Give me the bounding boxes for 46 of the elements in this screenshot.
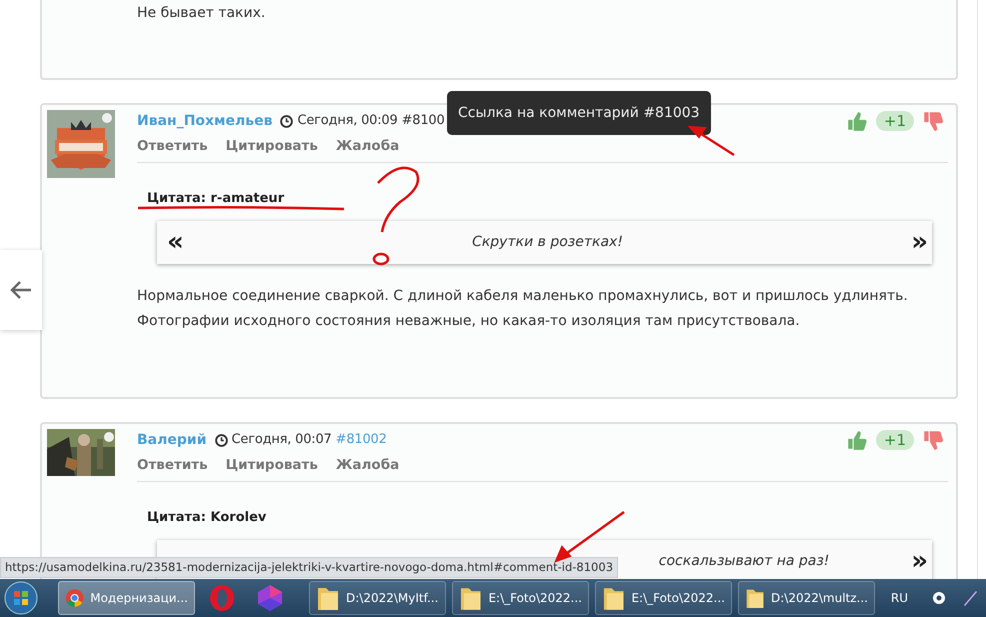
taskbar-button[interactable]: D:\2022\MyItf... [309, 581, 446, 615]
rating-value: +1 [876, 111, 914, 131]
thumbs-down-icon[interactable] [922, 429, 944, 451]
quote-author: Цитата: Korolev [147, 509, 266, 528]
annotation-arrow [688, 126, 735, 156]
back-arrow-icon [9, 280, 33, 300]
language-indicator: RU [890, 590, 908, 607]
opera-icon [209, 584, 235, 612]
action-link[interactable]: Ответить [137, 136, 208, 156]
quote-author: Цитата: r-amateur [147, 190, 284, 208]
clock-icon [280, 114, 294, 128]
comment-time: Сегодня, 00:09 [297, 112, 398, 130]
annotation-arrow [554, 510, 625, 563]
comment-text: Нормальное соединение сваркой. С длиной кабеля маленько промахнулись, вот и пришлось удлинять. Фотографии исходного состояния неважные, но какая-то изоляция там присутствовала. [137, 286, 909, 331]
action-link[interactable]: Ответить [137, 455, 208, 476]
status-url: https://usamodelkina.ru/23581-modernizacija-jelektriki-v-kvartire-novogo-doma.html#comment-id-81003 [0, 557, 618, 578]
action-link[interactable]: Жалоба [336, 136, 400, 156]
thumbs-down-icon[interactable] [922, 110, 944, 132]
comment-link[interactable]: #8100 [402, 111, 445, 131]
pen-icon[interactable] [962, 588, 978, 607]
back-button[interactable] [0, 250, 42, 330]
clock-icon [214, 434, 228, 446]
action-link[interactable]: Жалоба [336, 455, 400, 476]
right-quote-mark: » [911, 548, 928, 574]
right-quote-mark: » [911, 229, 928, 256]
browser-icon [65, 586, 84, 610]
rating-value: +1 [876, 430, 914, 450]
action-link[interactable]: Цитировать [226, 136, 318, 156]
quote-text: соскальзывают на раз! [658, 552, 830, 569]
comment-time: Сегодня, 00:07 [232, 431, 332, 450]
taskbar-button[interactable]: Модернизаци... [58, 581, 195, 615]
quote-text: Скрутки в розетках! [472, 234, 623, 250]
taskbar-button[interactable]: E:\_Foto\2022... [595, 581, 732, 615]
comment-text: Не бывает таких. [137, 4, 266, 23]
tooltip: Ссылка на комментарий #81003 [447, 91, 711, 135]
comment-link[interactable]: #81002 [336, 430, 387, 450]
thumbs-up-icon[interactable] [846, 110, 868, 132]
gem-icon [256, 584, 284, 612]
thumbs-up-icon[interactable] [846, 429, 868, 451]
author-link[interactable]: Иван_Похмельев [137, 110, 272, 132]
action-link[interactable]: Цитировать [226, 455, 318, 476]
author-link[interactable]: Валерий [137, 430, 207, 450]
left-quote-mark: « [167, 229, 184, 256]
taskbar-button[interactable]: D:\2022\multz... [738, 581, 875, 615]
start-button[interactable] [4, 581, 38, 615]
taskbar-button[interactable]: E:\_Foto\2022... [452, 581, 589, 615]
